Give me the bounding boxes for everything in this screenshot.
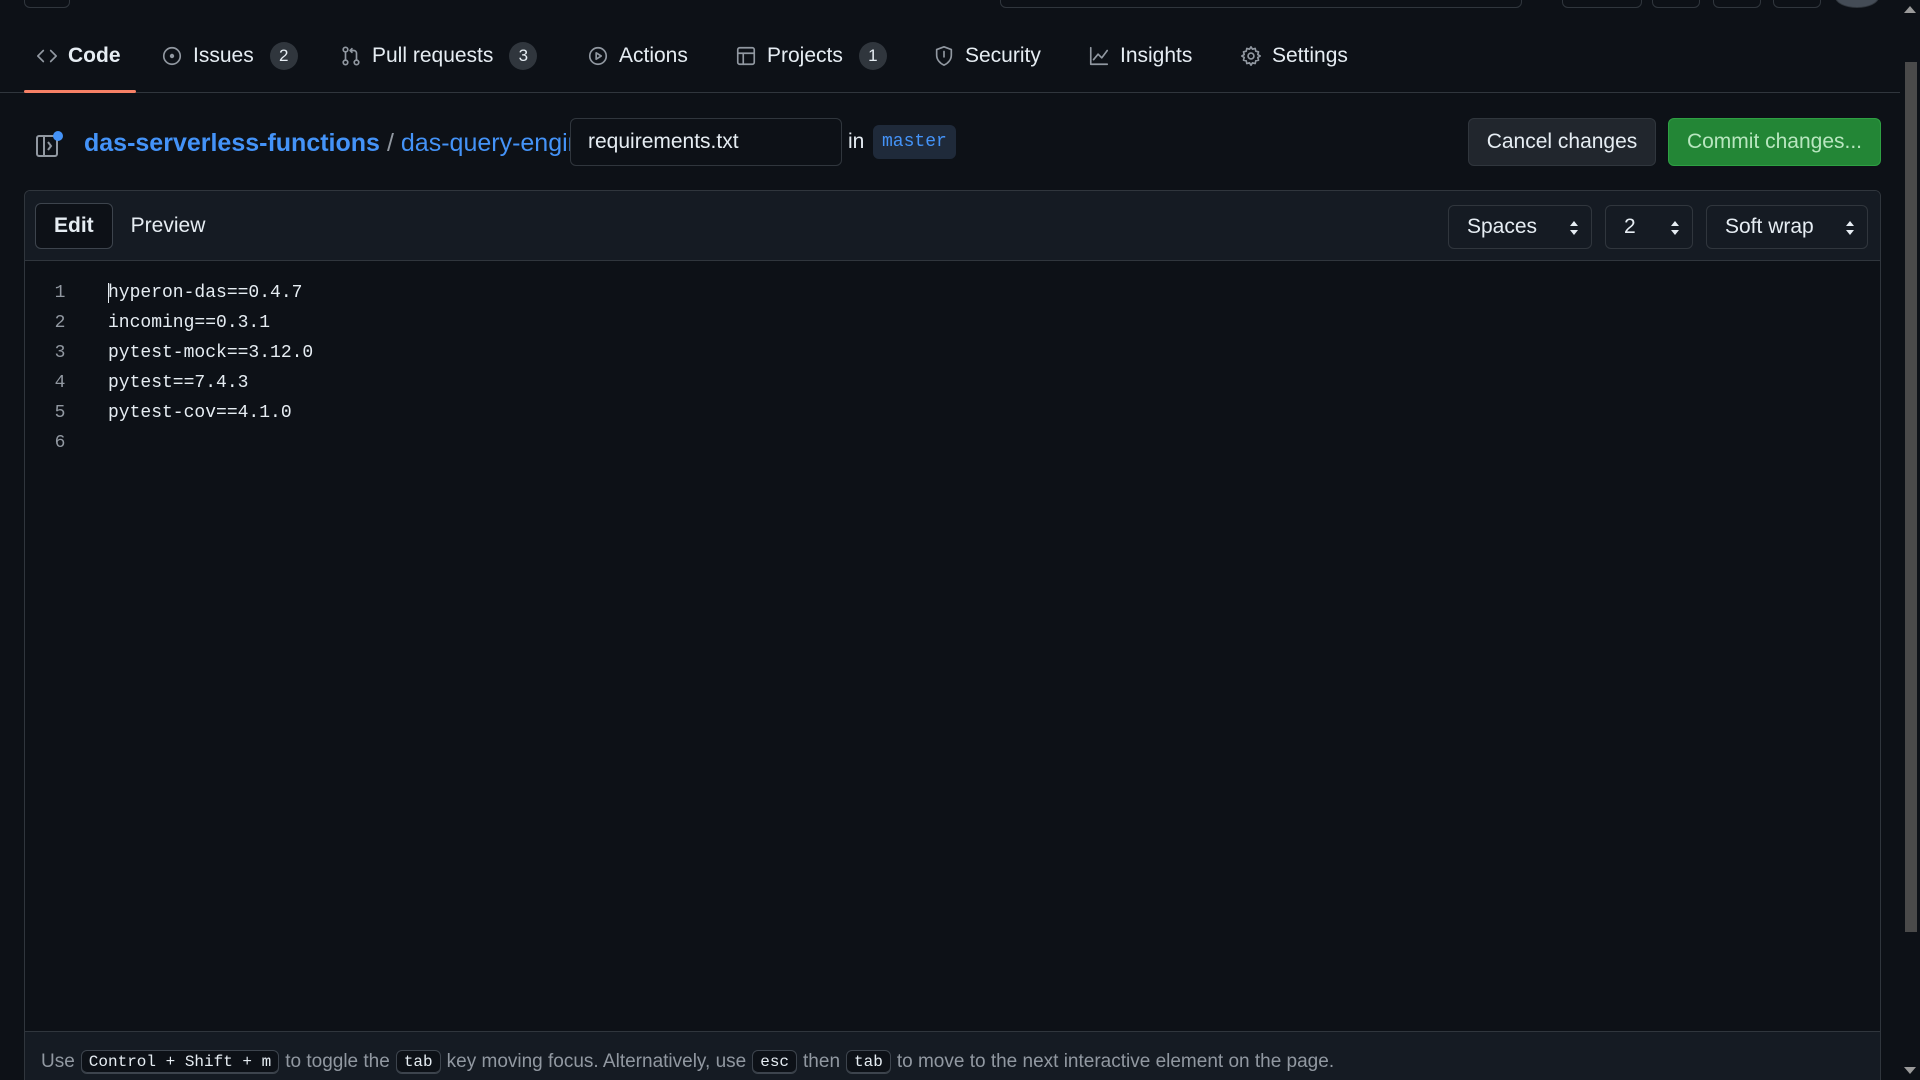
pull-requests-count-badge: 3 [509, 42, 538, 70]
line-content: pytest-mock==3.12.0 [108, 343, 314, 363]
tab-actions[interactable]: Actions [587, 36, 688, 76]
repo-nav: Code Issues 2 Pull requests 3 Actions Pr… [0, 18, 1900, 93]
tab-insights[interactable]: Insights [1088, 36, 1192, 76]
line-number: 4 [54, 373, 66, 393]
issues-count-badge: 2 [269, 42, 298, 70]
tab-issues[interactable]: Issues 2 [161, 36, 298, 76]
indent-mode-select[interactable]: Spaces [1448, 205, 1592, 249]
tab-settings[interactable]: Settings [1240, 36, 1348, 76]
esc-kbd: esc [752, 1049, 798, 1074]
sidepanel-expand-icon[interactable] [34, 130, 64, 160]
file-edit-header: das-serverless-functions / das-query-eng… [0, 108, 1900, 178]
tab-code[interactable]: Code [36, 36, 121, 76]
file-editor: Edit Preview Spaces 2 Soft wrap 1 hypero… [24, 190, 1881, 1080]
tab-actions-label: Actions [619, 44, 688, 67]
tab-pull-requests-label: Pull requests [372, 44, 494, 67]
gear-icon [1241, 46, 1261, 66]
breadcrumb: das-serverless-functions / das-query-eng… [84, 125, 616, 161]
hint-text: to toggle the [285, 1050, 390, 1072]
inbox-button[interactable] [1773, 0, 1821, 8]
line-content: pytest-cov==4.1.0 [108, 403, 292, 423]
tab-code-label: Code [68, 44, 121, 67]
branch-badge: master [873, 125, 956, 159]
scroll-down-arrow-icon[interactable] [1904, 1067, 1916, 1074]
projects-count-badge: 1 [858, 42, 887, 70]
tab-security[interactable]: Security [933, 36, 1041, 76]
line-number: 3 [54, 343, 66, 363]
hint-text: Use [41, 1050, 75, 1072]
indent-size-value: 2 [1624, 215, 1636, 238]
scroll-up-arrow-icon[interactable] [1904, 6, 1916, 13]
line-content: incoming==0.3.1 [108, 313, 271, 333]
tab-projects-label: Projects [767, 44, 843, 67]
code-icon [37, 49, 57, 63]
hint-text: key moving focus. Alternatively, use [446, 1050, 747, 1072]
code-editor-textarea[interactable]: 1 hyperon-das==0.4.7 2 incoming==0.3.1 3… [25, 262, 1880, 1022]
issues-global-button[interactable] [1713, 0, 1761, 8]
preview-tab-button[interactable]: Preview [113, 203, 224, 249]
table-icon [736, 46, 756, 66]
code-line: 1 hyperon-das==0.4.7 [25, 278, 1880, 308]
breadcrumb-repo-link[interactable]: das-query-engine [401, 129, 596, 158]
avatar[interactable] [1835, 0, 1879, 8]
edit-tab-button[interactable]: Edit [35, 203, 113, 249]
menu-button[interactable] [24, 0, 70, 8]
branch-in-label: in [848, 130, 865, 153]
tab-settings-label: Settings [1272, 44, 1348, 67]
code-line: 4 pytest==7.4.3 [25, 368, 1880, 398]
line-number: 2 [54, 313, 66, 333]
tab-security-label: Security [965, 44, 1041, 67]
page-scrollbar[interactable] [1900, 0, 1920, 1080]
indent-mode-value: Spaces [1467, 215, 1538, 238]
indent-size-select[interactable]: 2 [1605, 205, 1693, 249]
cancel-changes-button[interactable]: Cancel changes [1468, 118, 1656, 166]
global-search-input[interactable] [1000, 0, 1522, 8]
code-line: 2 incoming==0.3.1 [25, 308, 1880, 338]
tab-kbd: tab [846, 1049, 891, 1074]
tab-insights-label: Insights [1120, 44, 1193, 67]
tab-kbd: tab [395, 1049, 441, 1074]
play-icon [588, 46, 608, 66]
global-header [0, 0, 1900, 10]
line-number: 6 [54, 433, 66, 453]
active-tab-indicator [24, 90, 136, 93]
code-line: 3 pytest-mock==3.12.0 [25, 338, 1880, 368]
breadcrumb-owner-link[interactable]: das-serverless-functions [84, 129, 380, 158]
shield-icon [935, 46, 953, 66]
wrap-mode-value: Soft wrap [1725, 215, 1814, 238]
hint-text: then [803, 1050, 841, 1072]
tab-pull-requests[interactable]: Pull requests 3 [340, 36, 538, 76]
select-arrows-icon [1846, 221, 1854, 235]
line-number: 5 [54, 403, 66, 423]
code-line: 6 [25, 428, 1880, 458]
select-arrows-icon [1570, 221, 1578, 235]
code-line: 5 pytest-cov==4.1.0 [25, 398, 1880, 428]
commit-changes-button[interactable]: Commit changes... [1668, 118, 1881, 166]
graph-icon [1089, 46, 1109, 66]
tab-issues-label: Issues [193, 44, 254, 67]
breadcrumb-separator: / [386, 128, 394, 157]
filename-input[interactable] [570, 118, 842, 166]
line-number: 1 [54, 283, 66, 303]
line-content: pytest==7.4.3 [108, 373, 249, 393]
create-new-button[interactable] [1652, 0, 1700, 8]
git-pull-request-icon [342, 46, 360, 66]
copilot-button[interactable] [1562, 0, 1642, 8]
keyboard-hint: Use Control + Shift + m to toggle the ta… [25, 1031, 1880, 1080]
github-logo-icon[interactable] [96, 0, 142, 8]
editor-toolbar: Edit Preview Spaces 2 Soft wrap [25, 191, 1880, 261]
hint-text: to move to the next interactive element … [896, 1050, 1335, 1072]
shortcut-kbd: Control + Shift + m [80, 1049, 280, 1074]
tab-projects[interactable]: Projects 1 [735, 36, 887, 76]
text-cursor [108, 283, 109, 303]
wrap-mode-select[interactable]: Soft wrap [1706, 205, 1868, 249]
issue-opened-icon [162, 46, 182, 66]
scrollbar-thumb[interactable] [1905, 62, 1917, 932]
edit-preview-toggle: Edit Preview [35, 203, 223, 249]
select-arrows-icon [1671, 221, 1679, 235]
line-content: hyperon-das==0.4.7 [108, 283, 303, 303]
